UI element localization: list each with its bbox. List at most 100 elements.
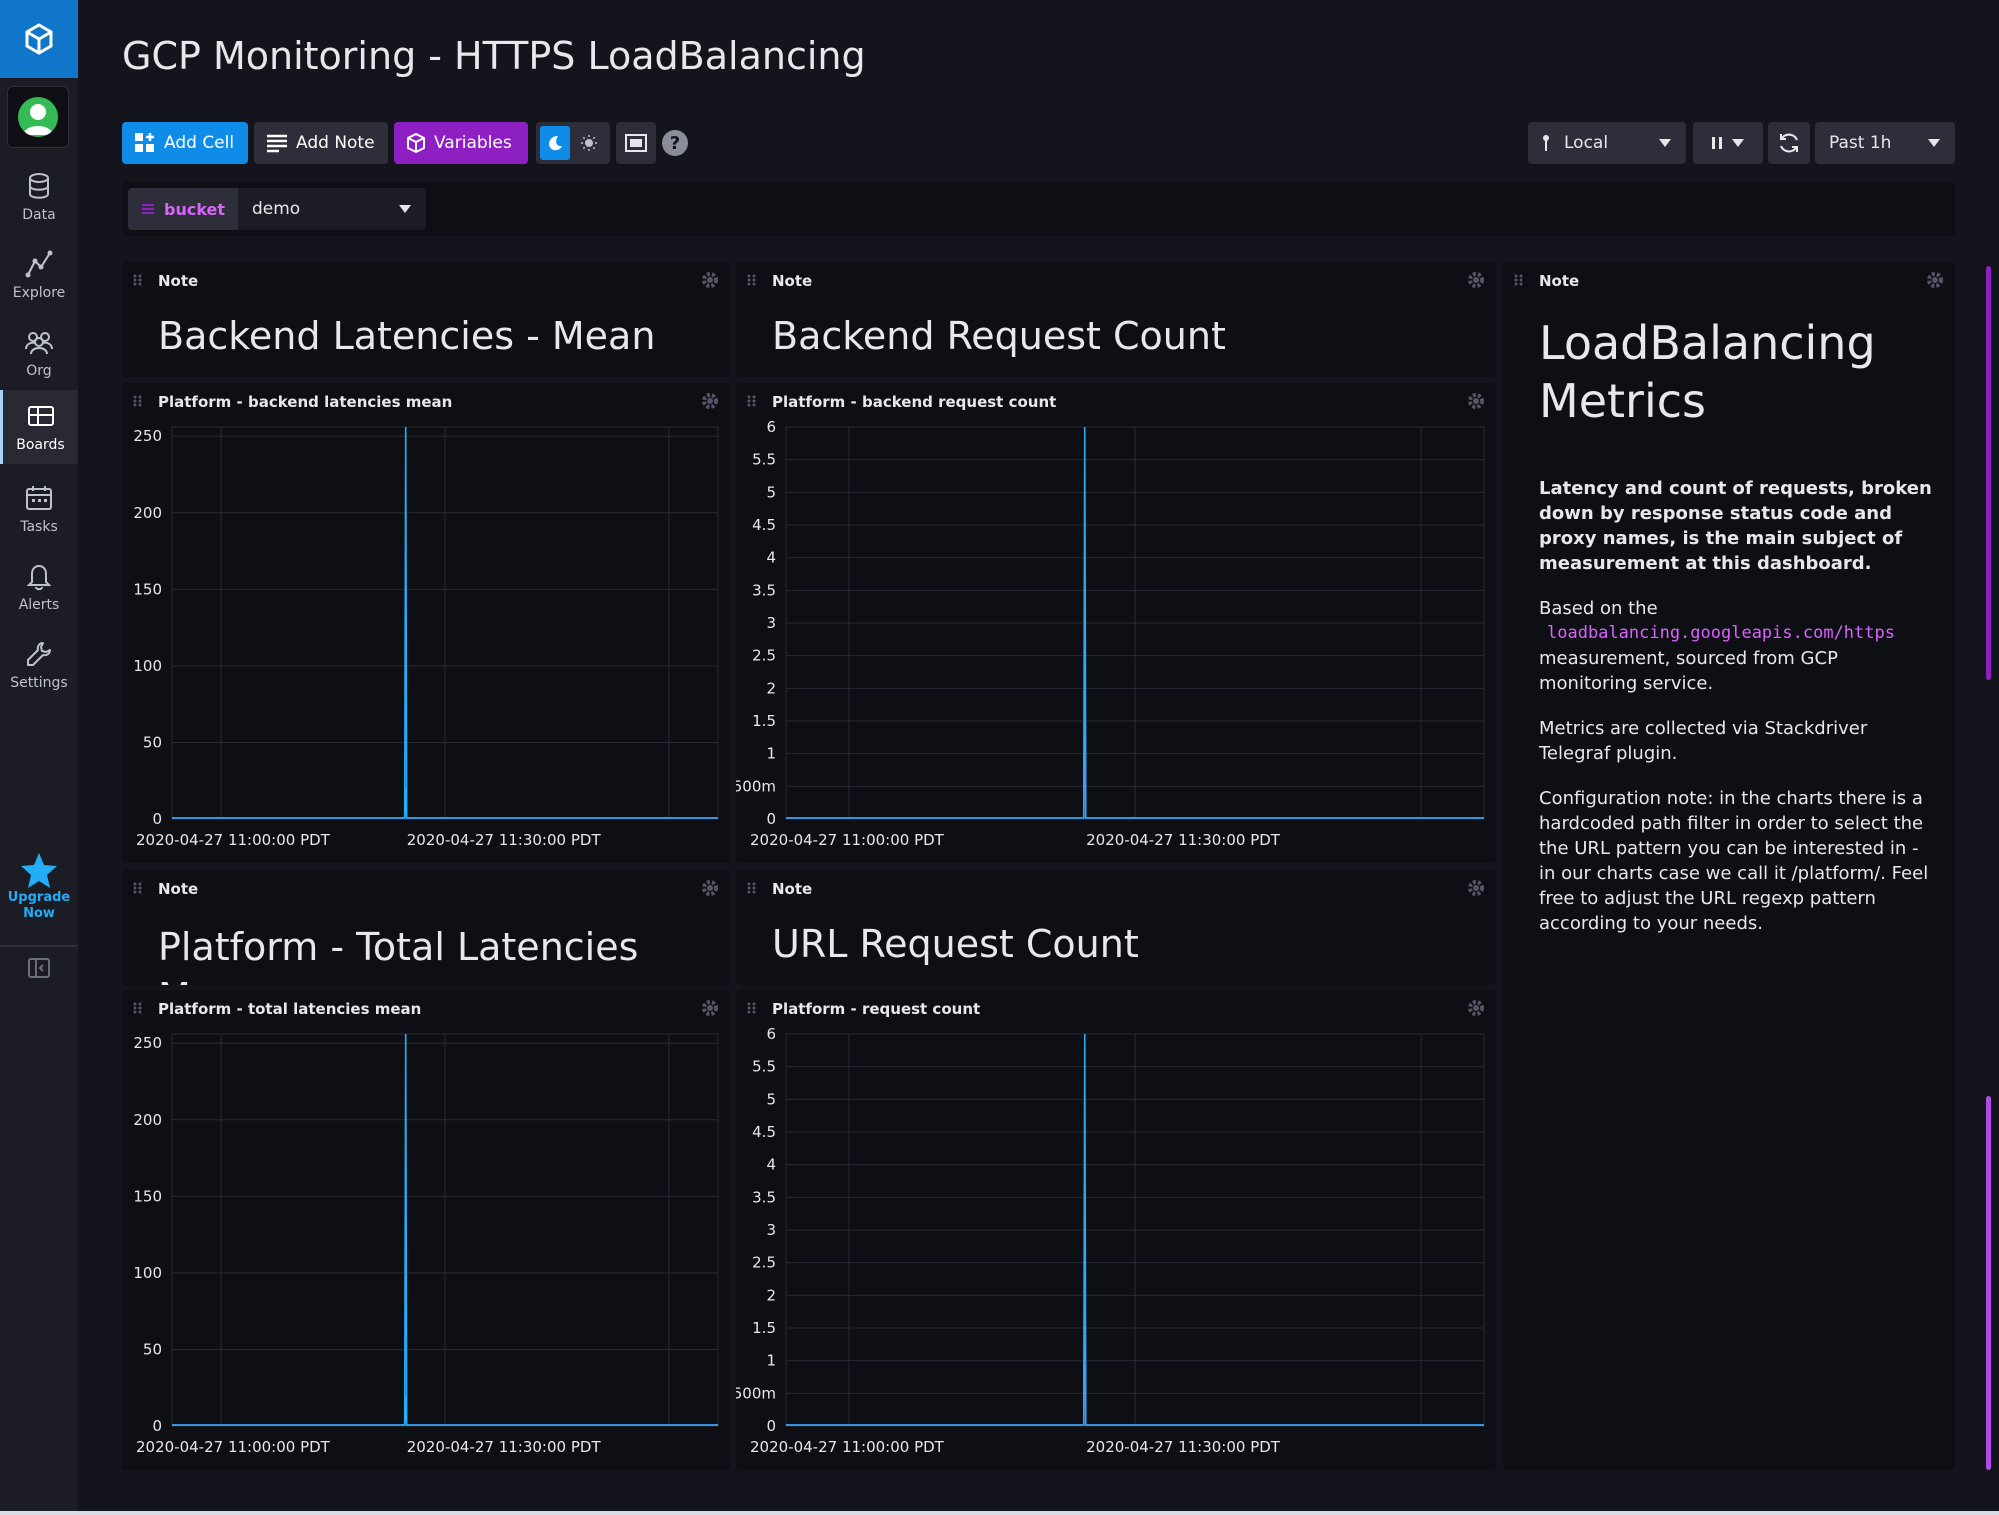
gear-icon[interactable]: [1466, 998, 1486, 1018]
sidebar-item-label: Org: [26, 363, 52, 379]
user-icon: [23, 104, 53, 135]
y-tick-label: 200: [133, 1111, 162, 1129]
gear-icon[interactable]: [1466, 270, 1486, 290]
collapse-sidebar-icon[interactable]: [27, 956, 51, 980]
caret-down-icon: [1659, 139, 1671, 147]
line-chart[interactable]: 0 50 100 150 200 250 2020-04-27 11:00:00 PDT 20…: [122, 419, 730, 863]
sidebar-item-tasks[interactable]: Tasks: [0, 472, 78, 546]
variables-bar: bucket demo: [122, 182, 1955, 236]
line-chart[interactable]: 0 500m 1 1.5 2 2.5 3 3.5 4 4.5 5 5.5 6 2020-04-27 11:…: [736, 419, 1496, 863]
drag-handle-icon[interactable]: [142, 203, 154, 215]
cube-icon: [407, 133, 425, 153]
user-avatar-button[interactable]: [7, 86, 69, 148]
autorefresh-dropdown[interactable]: [1693, 122, 1763, 164]
bell-icon: [26, 564, 52, 591]
note-cell-total-latencies: Note Platform - Total Latencies Mean: [122, 870, 730, 985]
sidebar-item-org[interactable]: Org: [0, 316, 78, 390]
y-tick-label: 4: [766, 549, 776, 567]
upgrade-now-button[interactable]: Upgrade Now: [0, 842, 78, 932]
caret-down-icon: [1928, 139, 1940, 147]
y-tick-label: 1.5: [752, 1319, 776, 1337]
sidebar-item-boards[interactable]: Boards: [0, 390, 78, 464]
drag-grip-icon[interactable]: [132, 1001, 146, 1015]
drag-grip-icon[interactable]: [746, 273, 760, 287]
line-chart[interactable]: 0 500m 1 1.5 2 2.5 3 3.5 4 4.5 5 5.5 6 2020-04-27 11:…: [736, 1026, 1496, 1470]
note-text: Platform - Total Latencies Mean: [158, 925, 639, 985]
drag-grip-icon[interactable]: [746, 881, 760, 895]
gear-icon[interactable]: [700, 878, 720, 898]
note-source-prefix: Based on the: [1539, 598, 1658, 619]
influxdb-logo[interactable]: [0, 0, 78, 78]
add-cell-button[interactable]: Add Cell: [122, 122, 248, 164]
gear-icon[interactable]: [1466, 391, 1486, 411]
scrollbar-thumb[interactable]: [1986, 266, 1991, 680]
note-paragraph-source: Based on the loadbalancing.googleapis.co…: [1539, 596, 1939, 696]
sidebar-item-explore[interactable]: Explore: [0, 238, 78, 312]
sidebar-divider: [0, 945, 78, 947]
x-tick-label: 2020-04-27 11:30:00 PDT: [1086, 831, 1281, 849]
gear-icon[interactable]: [700, 270, 720, 290]
database-icon: [29, 173, 49, 199]
y-tick-label: 100: [133, 1264, 162, 1282]
sun-icon: [581, 135, 597, 151]
sidebar-item-settings[interactable]: Settings: [0, 628, 78, 702]
y-tick-label: 5.5: [752, 451, 776, 469]
y-tick-label: 50: [143, 733, 162, 751]
add-note-button[interactable]: Add Note: [254, 122, 388, 164]
graph-cell-backend-latencies-mean: Platform - backend latencies mean 0 50 100…: [122, 383, 730, 863]
sidebar-item-alerts[interactable]: Alerts: [0, 550, 78, 624]
note-paragraph-config: Configuration note: in the charts there …: [1539, 788, 1929, 934]
variables-button[interactable]: Variables: [394, 122, 528, 164]
help-button[interactable]: ?: [662, 130, 688, 156]
note-text: Backend Request Count: [772, 314, 1226, 358]
y-tick-label: 4.5: [752, 516, 776, 534]
gear-icon[interactable]: [1466, 878, 1486, 898]
y-tick-label: 6: [766, 419, 776, 436]
drag-grip-icon[interactable]: [746, 394, 760, 408]
page-title[interactable]: GCP Monitoring - HTTPS LoadBalancing: [122, 34, 866, 78]
timezone-dropdown[interactable]: Local: [1528, 122, 1686, 164]
drag-grip-icon[interactable]: [132, 394, 146, 408]
timezone-label: Local: [1564, 133, 1609, 153]
sidebar-item-label: Boards: [16, 437, 65, 453]
y-tick-label: 3.5: [752, 581, 776, 599]
drag-grip-icon[interactable]: [746, 1001, 760, 1015]
note-cell-loadbalancing-metrics: Note LoadBalancing Metrics Latency and c…: [1503, 262, 1955, 1470]
drag-grip-icon[interactable]: [132, 273, 146, 287]
drag-grip-icon[interactable]: [132, 881, 146, 895]
y-tick-label: 50: [143, 1340, 162, 1358]
caret-down-icon: [1732, 139, 1744, 147]
y-tick-label: 3: [766, 614, 776, 632]
time-range-dropdown[interactable]: Past 1h: [1815, 122, 1955, 164]
refresh-button[interactable]: [1768, 122, 1810, 164]
x-tick-label: 2020-04-27 11:00:00 PDT: [750, 1438, 945, 1456]
upgrade-label-1: Upgrade: [7, 890, 71, 905]
refresh-icon: [1780, 133, 1798, 153]
y-tick-label: 500m: [736, 777, 776, 795]
presentation-mode-button[interactable]: [616, 122, 656, 164]
cell-title: Note: [1539, 272, 1580, 290]
scrollbar-thumb[interactable]: [1986, 1096, 1991, 1470]
theme-toggle[interactable]: [536, 122, 610, 164]
light-mode-button[interactable]: [574, 126, 604, 160]
x-tick-label: 2020-04-27 11:00:00 PDT: [136, 831, 331, 849]
gear-icon[interactable]: [1925, 270, 1945, 290]
sidebar-item-label: Tasks: [20, 519, 58, 535]
sidebar-item-data[interactable]: Data: [0, 160, 78, 234]
y-tick-label: 5: [766, 483, 776, 501]
sidebar-item-label: Settings: [10, 675, 68, 691]
dark-mode-button[interactable]: [540, 126, 570, 160]
gear-icon[interactable]: [700, 998, 720, 1018]
gear-icon[interactable]: [700, 391, 720, 411]
cube-logo-icon: [25, 23, 53, 55]
y-tick-label: 4.5: [752, 1123, 776, 1141]
x-tick-label: 2020-04-27 11:00:00 PDT: [750, 831, 945, 849]
line-chart[interactable]: 0 50 100 150 200 250 2020-04-27 11:00:00 PDT 20…: [122, 1026, 730, 1470]
drag-grip-icon[interactable]: [1513, 273, 1527, 287]
pin-icon: [1543, 135, 1549, 151]
variable-value-select[interactable]: demo: [238, 188, 426, 230]
note-body: Latency and count of requests, broken do…: [1539, 476, 1939, 956]
y-tick-label: 0: [766, 810, 776, 828]
cell-title: Platform - request count: [772, 1000, 981, 1018]
variable-dropdown-bucket[interactable]: bucket demo: [128, 188, 426, 230]
